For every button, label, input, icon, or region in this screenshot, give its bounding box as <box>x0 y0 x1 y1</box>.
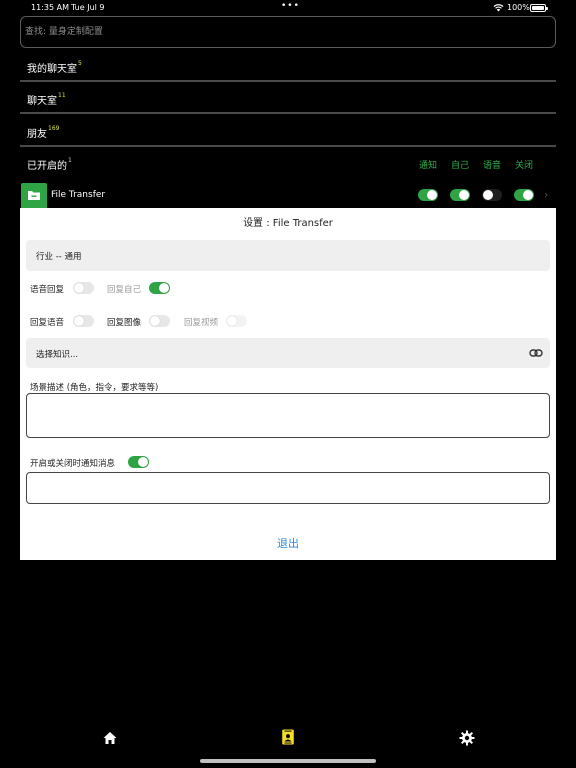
contacts-icon[interactable] <box>280 729 296 745</box>
reply-image-toggle[interactable] <box>149 315 170 327</box>
reply-video-label: 回复视频 <box>184 318 219 328</box>
toggle-voice[interactable] <box>482 189 502 201</box>
reply-image-label: 回复图像 <box>107 318 142 328</box>
reply-video-toggle[interactable] <box>226 315 247 327</box>
scene-description-field[interactable] <box>26 393 550 438</box>
column-notify: 通知 <box>419 161 438 171</box>
row-friends[interactable]: 朋友169 <box>20 115 556 147</box>
exit-button[interactable]: 退出 <box>20 535 556 551</box>
wifi-icon <box>493 4 504 12</box>
knowledge-selector[interactable]: 选择知识... <box>26 338 550 368</box>
row-count: 5 <box>78 60 82 67</box>
industry-label: 行业 -- 通用 <box>36 252 82 262</box>
search-box[interactable] <box>20 16 556 48</box>
toggle-notify[interactable] <box>418 189 438 201</box>
voice-reply-toggle[interactable] <box>73 282 94 294</box>
row-my-chatrooms[interactable]: 我的聊天室5 <box>20 50 556 82</box>
notify-message-toggle[interactable] <box>128 456 149 468</box>
scene-description-label: 场景描述 (角色，指令，要求等等) <box>30 383 159 393</box>
reply-self-label: 回复自己 <box>107 285 142 295</box>
file-transfer-name: File Transfer <box>51 190 106 200</box>
battery-percent: 100% <box>507 3 530 12</box>
status-time: 11:35 AM <box>31 3 69 12</box>
reply-voice-toggle[interactable] <box>73 315 94 327</box>
voice-reply-label: 语音回复 <box>30 285 65 295</box>
folder-icon <box>21 183 47 209</box>
row-label: 聊天室11 <box>27 92 66 107</box>
row-chatrooms[interactable]: 聊天室11 <box>20 82 556 114</box>
status-date: Tue Jul 9 <box>71 3 105 12</box>
reply-voice-label: 回复语音 <box>30 318 65 328</box>
column-close: 关闭 <box>515 161 534 171</box>
toggle-close[interactable] <box>514 189 534 201</box>
column-self: 自己 <box>451 161 470 171</box>
status-bar: 11:35 AM Tue Jul 9 ••• 100% <box>0 0 576 16</box>
chevron-right-icon[interactable]: › <box>544 188 548 201</box>
home-indicator[interactable] <box>200 759 376 763</box>
row-enabled[interactable]: 已开启的1 通知 自己 语音 关闭 <box>20 147 556 179</box>
reply-self-toggle[interactable] <box>149 282 170 294</box>
row-count: 11 <box>58 92 66 99</box>
search-input[interactable] <box>21 17 555 47</box>
multitasking-dots-icon[interactable]: ••• <box>281 1 300 11</box>
row-label: 朋友169 <box>27 125 60 140</box>
toggle-self[interactable] <box>450 189 470 201</box>
link-icon[interactable] <box>529 347 543 359</box>
column-voice: 语音 <box>483 161 502 171</box>
column-headers: 通知 自己 语音 关闭 <box>20 147 556 179</box>
home-icon[interactable] <box>102 730 118 746</box>
file-transfer-row[interactable]: File Transfer › <box>20 180 556 210</box>
settings-sheet: 设置 : File Transfer 行业 -- 通用 语音回复 回复自己 回复… <box>20 208 556 560</box>
knowledge-label: 选择知识... <box>36 350 79 360</box>
row-label: 我的聊天室5 <box>27 60 82 75</box>
notify-message-field[interactable] <box>26 472 550 504</box>
industry-selector[interactable]: 行业 -- 通用 <box>26 240 550 271</box>
sheet-title: 设置 : File Transfer <box>243 218 333 229</box>
battery-icon <box>530 4 548 12</box>
gear-icon[interactable] <box>459 730 475 746</box>
notify-message-label: 开启或关闭时通知消息 <box>30 459 116 469</box>
row-count: 169 <box>48 125 60 132</box>
